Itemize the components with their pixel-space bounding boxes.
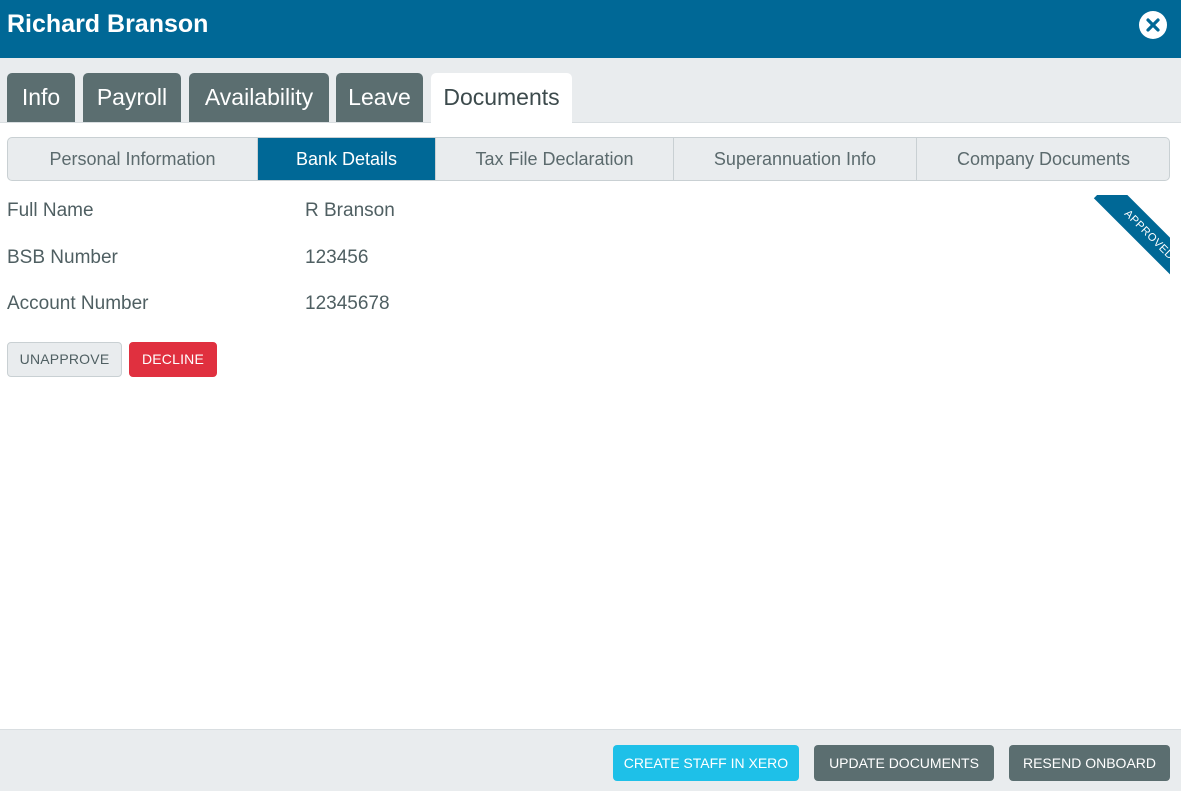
- subtab-superannuation-info[interactable]: Superannuation Info: [674, 138, 917, 180]
- main-tabs: Info Payroll Availability Leave Document…: [0, 58, 1181, 123]
- subtab-bank-details[interactable]: Bank Details: [258, 138, 436, 180]
- document-subtabs: Personal Information Bank Details Tax Fi…: [7, 137, 1170, 181]
- resend-onboard-button[interactable]: RESEND ONBOARD: [1009, 745, 1170, 781]
- dialog-footer: CREATE STAFF IN XERO UPDATE DOCUMENTS RE…: [0, 729, 1181, 791]
- full-name-value: R Branson: [305, 200, 395, 221]
- status-ribbon: APPROVED: [1080, 195, 1170, 285]
- close-icon: [1146, 18, 1160, 32]
- subtab-tax-file-declaration[interactable]: Tax File Declaration: [436, 138, 674, 180]
- update-documents-button[interactable]: UPDATE DOCUMENTS: [814, 745, 994, 781]
- decline-button[interactable]: DECLINE: [129, 342, 217, 377]
- account-number-label: Account Number: [7, 293, 149, 314]
- full-name-label: Full Name: [7, 200, 94, 221]
- unapprove-button[interactable]: UNAPPROVE: [7, 342, 122, 377]
- dialog-header: Richard Branson: [0, 0, 1181, 58]
- tab-info[interactable]: Info: [7, 73, 75, 122]
- tab-payroll[interactable]: Payroll: [83, 73, 181, 122]
- page-title: Richard Branson: [7, 10, 209, 38]
- subtab-personal-information[interactable]: Personal Information: [8, 138, 258, 180]
- tab-leave[interactable]: Leave: [336, 73, 423, 122]
- account-number-value: 12345678: [305, 293, 390, 314]
- subtab-company-documents[interactable]: Company Documents: [917, 138, 1169, 180]
- status-badge: APPROVED: [1093, 195, 1170, 285]
- create-staff-in-xero-button[interactable]: CREATE STAFF IN XERO: [613, 745, 799, 781]
- tab-documents[interactable]: Documents: [431, 73, 572, 123]
- close-button[interactable]: [1139, 11, 1167, 39]
- bsb-number-value: 123456: [305, 247, 369, 268]
- tab-availability[interactable]: Availability: [189, 73, 329, 122]
- bsb-number-label: BSB Number: [7, 247, 118, 268]
